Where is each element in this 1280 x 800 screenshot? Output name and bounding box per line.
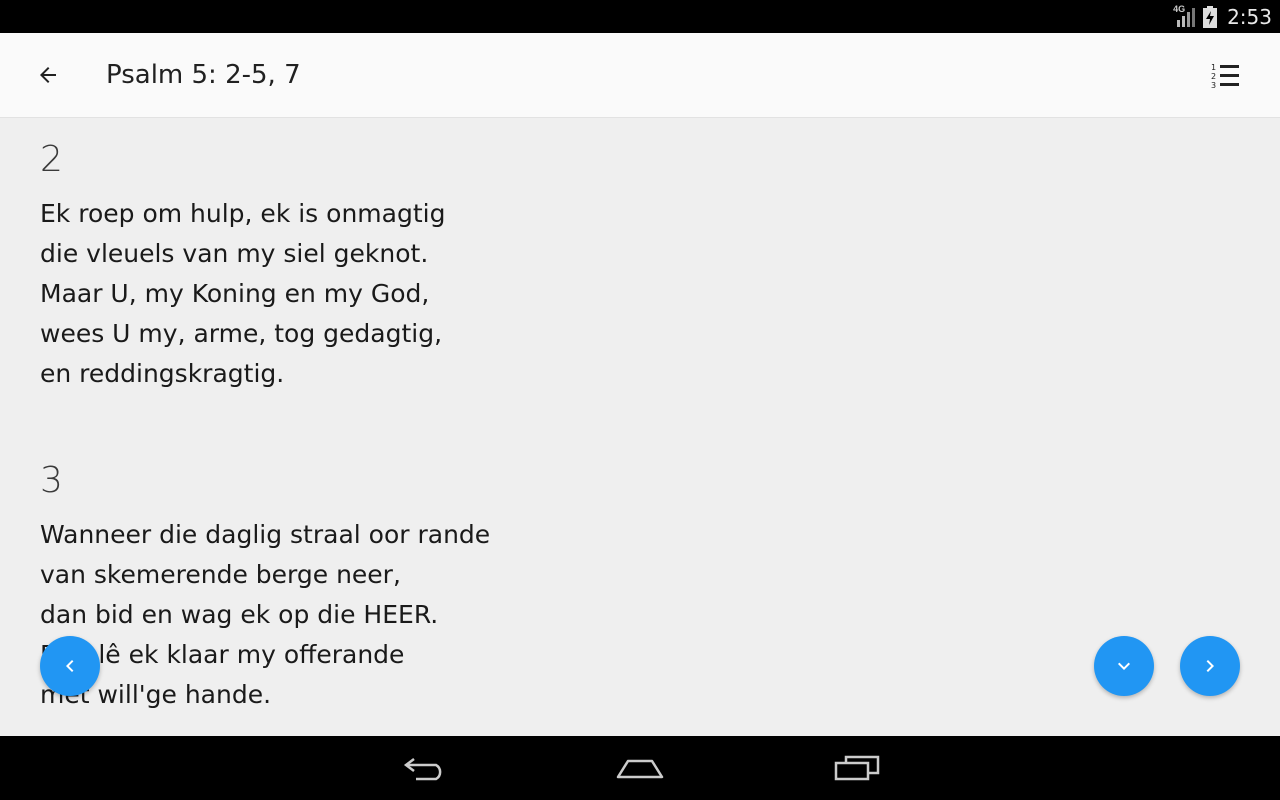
psalm-content[interactable]: 2 Ek roep om hulp, ek is onmagtig die vl… [0, 118, 1280, 736]
back-arrow-icon [36, 63, 60, 87]
chevron-down-icon [1112, 654, 1136, 678]
battery-charging-icon [1203, 5, 1218, 28]
app-bar: Psalm 5: 2-5, 7 1 2 3 [0, 33, 1280, 118]
status-bar: 4G 2:53 [0, 0, 1280, 33]
back-nav-icon [402, 755, 448, 781]
previous-psalm-button[interactable] [40, 636, 100, 696]
table-of-contents-button[interactable]: 1 2 3 [1202, 57, 1250, 93]
verse-line: dan bid en wag ek op die HEER. [40, 600, 439, 629]
verse-line: van skemerende berge neer, [40, 560, 401, 589]
verse-line: wees U my, arme, tog gedagtig, [40, 319, 443, 348]
verse-line: die vleuels van my siel geknot. [40, 239, 429, 268]
numbered-list-icon: 1 2 3 [1211, 62, 1241, 90]
next-psalm-button[interactable] [1180, 636, 1240, 696]
svg-text:2: 2 [1211, 72, 1216, 81]
page-title: Psalm 5: 2-5, 7 [106, 60, 301, 90]
verse-number: 3 [40, 460, 63, 501]
chevron-right-icon [1198, 654, 1222, 678]
back-button[interactable] [24, 54, 72, 96]
system-navigation-bar [0, 736, 1280, 800]
status-clock: 2:53 [1227, 4, 1272, 29]
nav-back-button[interactable] [390, 750, 460, 786]
svg-text:1: 1 [1211, 63, 1216, 72]
verse-block: 3 Wanneer die daglig straal oor rande va… [40, 461, 490, 715]
verse-number: 2 [40, 139, 63, 180]
scroll-down-button[interactable] [1094, 636, 1154, 696]
verse-line: Wanneer die daglig straal oor rande [40, 520, 491, 549]
nav-recents-button[interactable] [822, 750, 892, 786]
verse-line: Dan lê ek klaar my offerande [40, 640, 405, 669]
home-nav-icon [615, 755, 665, 781]
recents-nav-icon [832, 755, 882, 781]
verse-line: Maar U, my Koning en my God, [40, 279, 430, 308]
svg-text:3: 3 [1211, 81, 1216, 88]
verse-line: Ek roep om hulp, ek is onmagtig [40, 199, 446, 228]
verse-block: 2 Ek roep om hulp, ek is onmagtig die vl… [40, 140, 445, 394]
verse-lines: Wanneer die daglig straal oor rande van … [40, 515, 490, 715]
verse-line: met will'ge hande. [40, 680, 272, 709]
nav-home-button[interactable] [605, 750, 675, 786]
chevron-left-icon [58, 654, 82, 678]
verse-lines: Ek roep om hulp, ek is onmagtig die vleu… [40, 194, 445, 394]
verse-line: en reddingskragtig. [40, 359, 285, 388]
signal-icon: 4G [1173, 4, 1197, 28]
status-icons: 4G 2:53 [1173, 0, 1272, 33]
